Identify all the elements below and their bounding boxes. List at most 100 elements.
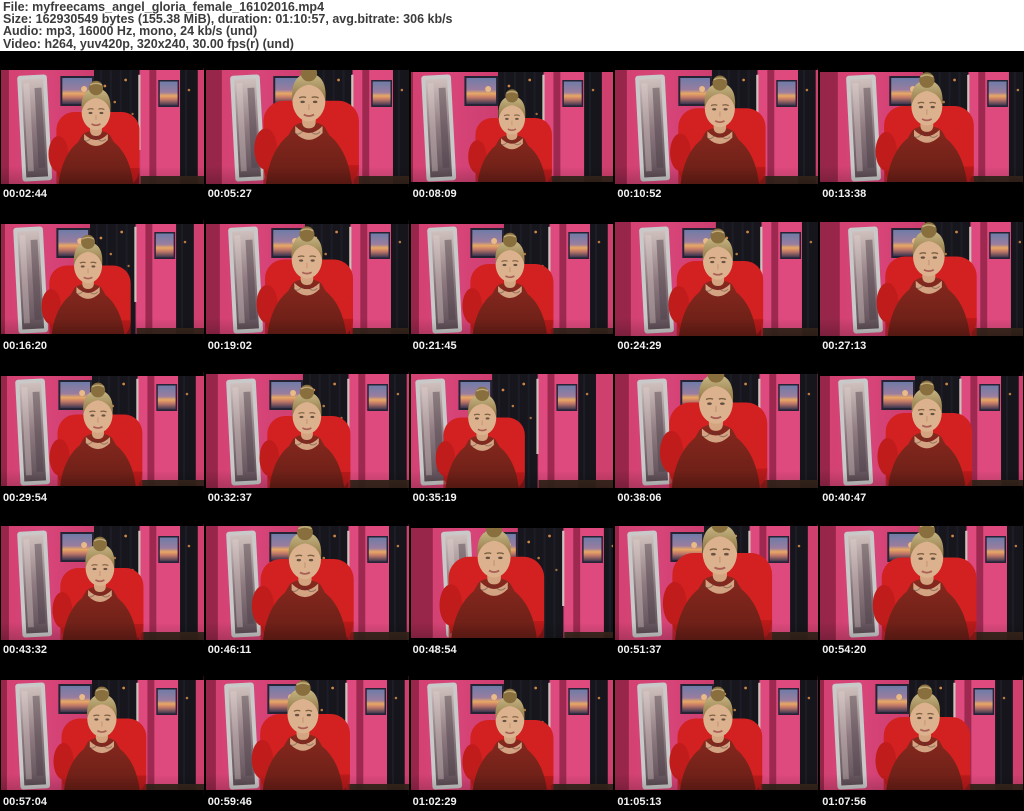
letterbox-top [205,68,409,70]
video-frame-thumbnail [1,676,204,795]
mirror [637,682,673,790]
letterbox-bottom [615,790,819,795]
video-frame-cell: 00:19:02 [205,203,410,355]
mirror [426,682,462,790]
video-frame-cell: 00:29:54 [0,355,205,507]
letterbox-bottom [410,488,614,491]
sunset-poster-right [556,384,577,411]
thumbnail-grid: 00:02:44 00:05:27 00:08:09 00:10:52 00:1… [0,51,1024,811]
video-frame-cell: 00:27:13 [819,203,1024,355]
letterbox-top [1,676,204,680]
mirror [225,378,261,486]
webcam-scene-illustration [205,68,409,187]
eye-left [485,556,490,560]
letterbox-top [1,372,204,376]
sunset-poster-right [367,536,388,563]
eye-right [721,260,726,264]
letterbox-bottom [410,182,614,187]
letterbox-top [205,524,409,526]
frame-timestamp: 00:35:19 [412,492,457,504]
letterbox-top [820,676,1023,680]
webcam-scene-illustration [410,372,614,491]
letterbox-top [205,676,409,680]
sunset-poster-right [768,536,790,563]
frame-timestamp: 00:13:38 [822,188,867,200]
bottom-vignette [410,470,614,491]
video-frame-thumbnail [820,676,1023,795]
video-frame-cell: 00:54:20 [819,507,1024,659]
sunset-poster-right [369,232,390,259]
mirror [635,74,671,182]
eye-right [932,256,938,259]
sunset-poster-left [875,684,910,714]
letterbox-top [615,220,819,222]
mirror [848,226,884,334]
letterbox-bottom [615,336,819,339]
bottom-vignette [820,318,1023,339]
letterbox-top [410,524,614,528]
eye-left [300,100,305,104]
letterbox-bottom [615,640,819,643]
frame-timestamp: 00:40:47 [822,492,867,504]
eye-left [502,263,507,267]
webcam-scene-illustration [410,676,614,795]
mirror [639,226,675,334]
sunset-poster-right [156,688,178,715]
eye-left [80,265,85,268]
mirror [420,74,456,182]
sunset-poster-right [154,232,176,259]
eye-left [298,259,304,262]
sunset-poster-right [158,80,180,107]
frame-timestamp: 00:43:32 [3,644,48,656]
frame-timestamp: 01:05:13 [617,796,662,808]
letterbox-bottom [820,640,1023,643]
webcam-scene-illustration [615,372,819,491]
bottom-vignette [615,622,819,643]
bottom-vignette [205,470,409,491]
letterbox-bottom [1,486,204,491]
letterbox-bottom [1,790,204,795]
eye-left [294,713,300,717]
eye-right [512,719,517,723]
mirror [15,682,51,790]
video-frame-cell: 00:13:38 [819,51,1024,203]
eye-right [721,718,726,721]
frame-timestamp: 00:38:06 [617,492,662,504]
letterbox-top [1,220,204,224]
sunset-poster-left [58,684,93,714]
frame-timestamp: 00:10:52 [617,188,662,200]
bottom-vignette [820,622,1023,643]
video-frame-cell: 00:59:46 [205,659,410,811]
sunset-poster-right [365,688,386,715]
webcam-scene-illustration [820,68,1023,187]
webcam-scene-illustration [615,676,819,795]
video-frame-cell: 00:48:54 [410,507,615,659]
frame-timestamp: 00:48:54 [412,644,457,656]
video-frame-thumbnail [820,524,1023,643]
sunset-poster-right [778,688,800,715]
frame-timestamp: 00:05:27 [207,188,252,200]
letterbox-bottom [1,334,204,339]
letterbox-top [410,220,614,224]
sunset-poster-right [581,536,603,563]
video-frame-cell: 00:16:20 [0,203,205,355]
metadata-line-audio: Audio: mp3, 16000 Hz, mono, 24 kb/s (und… [3,24,258,39]
eye-right [512,263,517,267]
sunset-poster-right [567,688,589,715]
video-frame-thumbnail [1,68,204,187]
eye-right [928,716,933,720]
webcam-scene-illustration [410,524,614,643]
letterbox-bottom [1,640,204,643]
sunset-poster-right [561,80,583,107]
mirror [227,226,263,334]
letterbox-top [1,524,204,526]
eye-right [310,415,315,419]
mirror [223,682,259,790]
webcam-scene-illustration [820,220,1023,339]
eye-right [103,567,108,571]
mirror [832,682,868,790]
frame-timestamp: 00:59:46 [207,796,252,808]
bottom-vignette [205,622,409,643]
sunset-poster-right [979,384,1001,411]
letterbox-top [410,676,614,680]
